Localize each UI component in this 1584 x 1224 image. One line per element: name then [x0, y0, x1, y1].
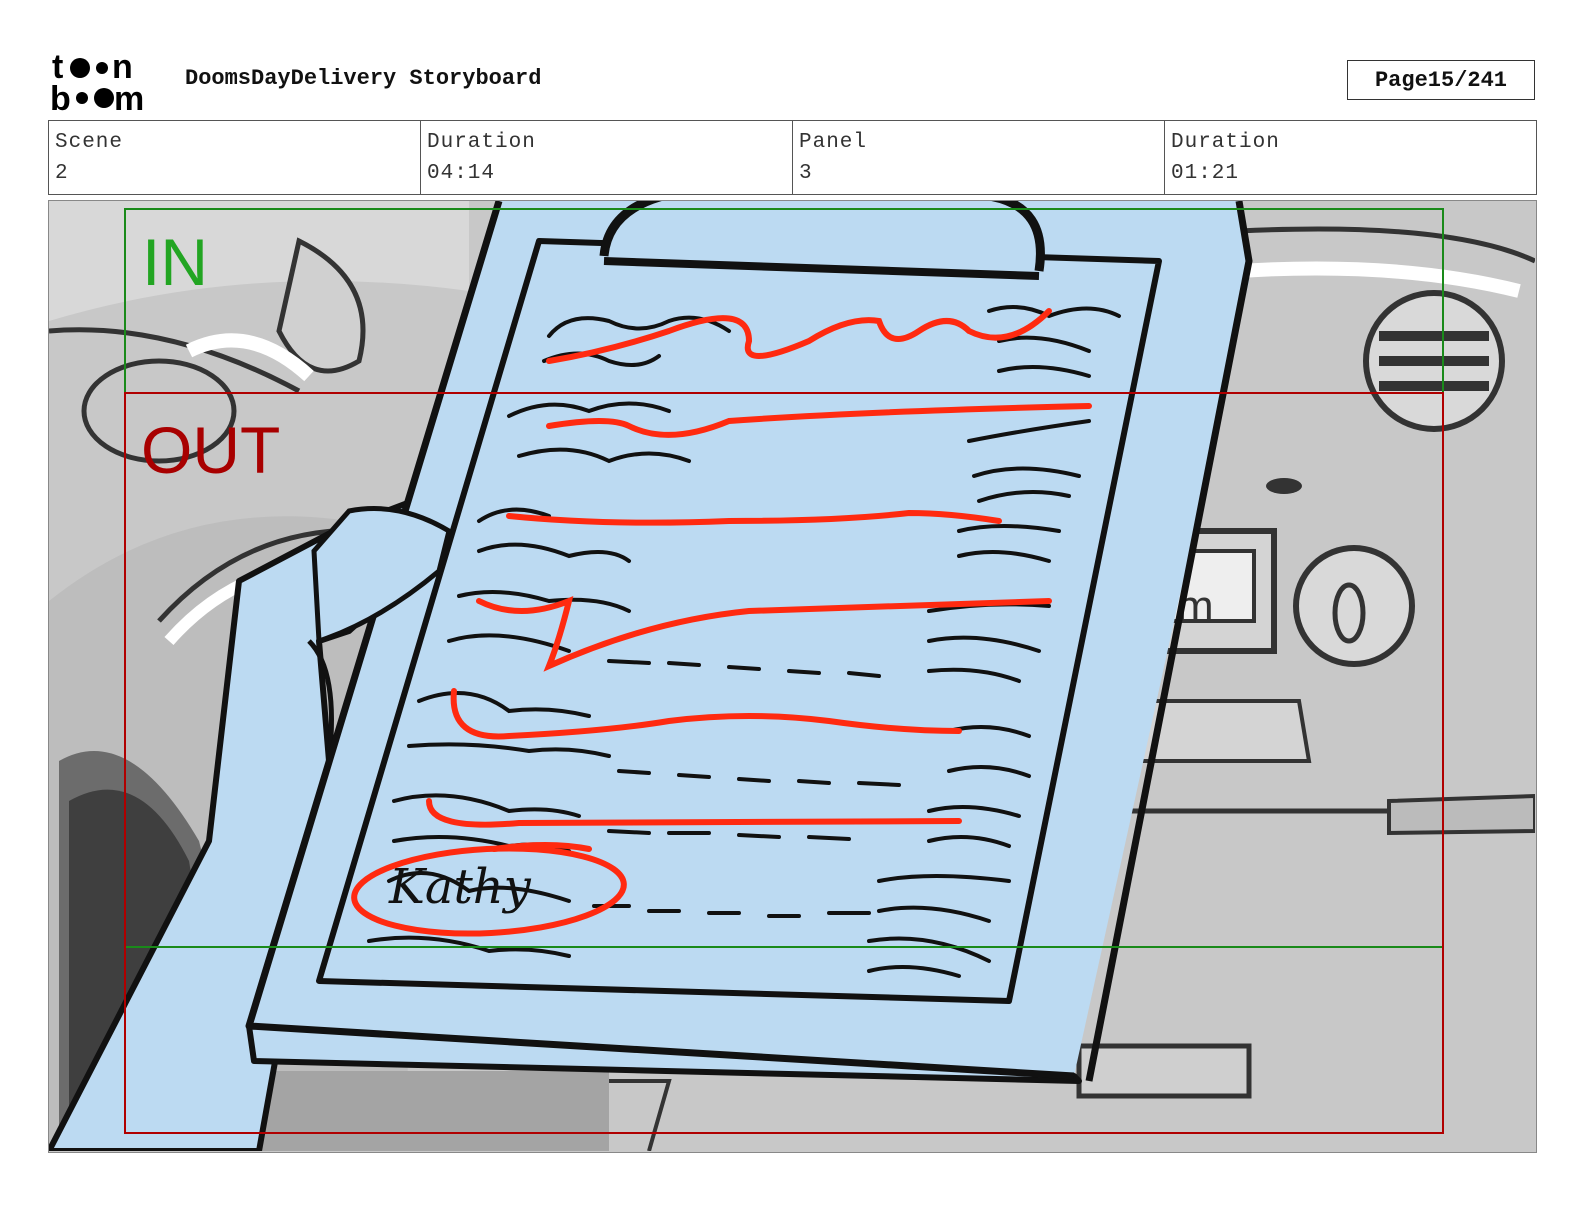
- scene-duration-cell: Duration 04:14: [421, 121, 793, 194]
- page-indicator: Page 15/241: [1347, 60, 1535, 100]
- panel-duration-label: Duration: [1171, 131, 1280, 154]
- document-title: DoomsDayDelivery Storyboard: [185, 66, 542, 91]
- storyboard-panel: m Kathy IN OUT: [48, 200, 1537, 1153]
- panel-duration-cell: Duration 01:21: [1165, 121, 1536, 194]
- panel-cell: Panel 3: [793, 121, 1165, 194]
- panel-label: Panel: [799, 131, 868, 154]
- panel-duration-value: 01:21: [1171, 162, 1240, 185]
- panel-value: 3: [799, 162, 813, 185]
- scene-label: Scene: [55, 131, 124, 154]
- panel-info-table: Scene 2 Duration 04:14 Panel 3 Duration …: [48, 120, 1537, 195]
- page-label: Page: [1374, 67, 1428, 93]
- scene-cell: Scene 2: [49, 121, 421, 194]
- scene-duration-label: Duration: [427, 131, 536, 154]
- out-marker: OUT: [141, 413, 281, 487]
- scene-value: 2: [55, 162, 69, 185]
- page-number: 15/241: [1427, 67, 1508, 93]
- svg-text:b: b: [50, 80, 71, 114]
- svg-text:m: m: [114, 80, 144, 114]
- circled-name: Kathy: [388, 859, 532, 915]
- scene-duration-value: 04:14: [427, 162, 496, 185]
- panel-drawing: m Kathy: [49, 201, 1535, 1151]
- toon-boom-logo: t n b m: [50, 50, 144, 114]
- in-marker: IN: [142, 225, 208, 299]
